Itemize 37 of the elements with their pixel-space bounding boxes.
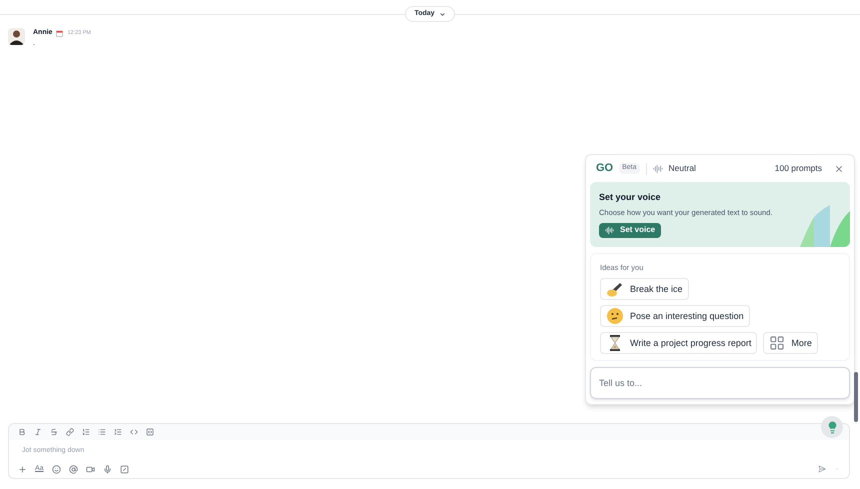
idea-chip[interactable]: Pose an interesting question <box>600 305 750 328</box>
thinking-face-icon <box>606 307 624 326</box>
grid-icon <box>769 335 786 352</box>
close-icon[interactable] <box>834 164 844 174</box>
link-icon[interactable] <box>66 428 74 436</box>
code-icon[interactable] <box>130 428 138 436</box>
caret-icon <box>438 10 446 18</box>
voice-label[interactable]: Neutral <box>668 162 696 175</box>
sound-wave-icon <box>652 164 663 174</box>
numbered-list-icon[interactable] <box>82 428 90 436</box>
prompt-input[interactable]: Tell us to... <box>590 367 850 400</box>
italic-icon[interactable] <box>34 428 42 436</box>
bold-icon[interactable] <box>18 428 26 436</box>
voice-card-title: Set your voice <box>599 191 662 204</box>
strikethrough-icon[interactable] <box>50 428 58 436</box>
shortcuts-icon[interactable] <box>120 464 129 474</box>
send-icon[interactable] <box>818 465 826 473</box>
set-voice-button[interactable]: Set voice <box>599 222 662 238</box>
lightbulb-icon <box>826 420 838 434</box>
mention-icon[interactable] <box>68 464 78 474</box>
code-block-icon[interactable] <box>146 428 154 436</box>
assistant-bulb-button[interactable] <box>821 416 843 438</box>
prompts-count: 100 prompts <box>774 162 822 175</box>
calendar-icon <box>56 30 64 37</box>
blockquote-icon[interactable] <box>114 428 122 436</box>
avatar <box>8 28 25 45</box>
bulleted-list-icon[interactable] <box>98 428 106 436</box>
video-icon[interactable] <box>86 464 95 474</box>
microphone-icon[interactable] <box>102 464 112 474</box>
go-logo: GO <box>596 161 614 176</box>
sound-wave-icon <box>605 226 614 235</box>
idea-chip[interactable]: Break the ice <box>600 278 689 300</box>
idea-chip[interactable]: Write a project progress report <box>600 332 758 354</box>
add-icon[interactable] <box>18 464 27 474</box>
scrollbar[interactable] <box>854 372 858 422</box>
emoji-icon[interactable] <box>52 464 61 474</box>
idea-chip[interactable]: More <box>763 332 818 354</box>
